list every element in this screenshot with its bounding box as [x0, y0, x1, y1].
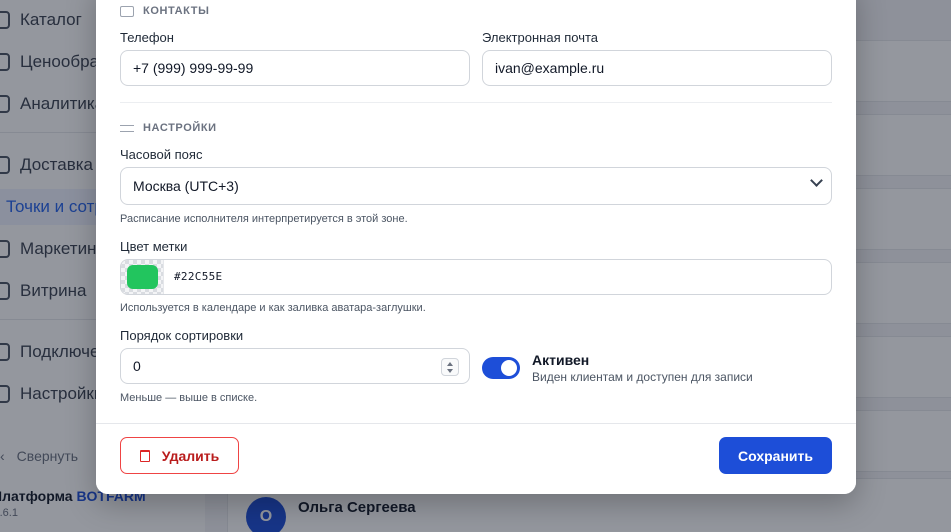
- contacts-section-title: КОНТАКТЫ: [120, 5, 209, 17]
- email-input[interactable]: ivan@example.ru: [482, 50, 832, 86]
- sort-label: Порядок сортировки: [120, 328, 244, 343]
- timezone-label: Часовой пояс: [120, 147, 203, 162]
- phone-input[interactable]: +7 (999) 999-99-99: [120, 50, 470, 86]
- number-stepper-icon[interactable]: [441, 358, 459, 376]
- settings-section-title: НАСТРОЙКИ: [120, 122, 217, 134]
- sort-value: 0: [133, 358, 141, 374]
- timezone-select[interactable]: Москва (UTC+3): [120, 167, 832, 205]
- save-button[interactable]: Сохранить: [719, 437, 832, 474]
- color-label: Цвет метки: [120, 239, 188, 254]
- section-divider: [120, 102, 832, 103]
- active-title: Активен: [532, 352, 590, 368]
- sort-hint: Меньше — выше в списке.: [120, 392, 258, 404]
- color-hint: Используется в календаре и как заливка а…: [120, 302, 426, 314]
- delete-button[interactable]: Удалить: [120, 437, 239, 474]
- color-picker[interactable]: [121, 260, 164, 294]
- sliders-icon: [120, 123, 134, 134]
- trash-icon: [139, 449, 150, 462]
- phone-value: +7 (999) 999-99-99: [133, 60, 254, 76]
- active-subtitle: Виден клиентам и доступен для записи: [532, 370, 753, 384]
- sort-order-input[interactable]: 0: [120, 348, 470, 384]
- color-swatch[interactable]: [127, 265, 158, 289]
- edit-staff-modal: КОНТАКТЫ Телефон +7 (999) 999-99-99 Элек…: [96, 0, 856, 494]
- email-value: ivan@example.ru: [495, 60, 605, 76]
- toggle-knob: [501, 360, 517, 376]
- chevron-down-icon: [810, 174, 823, 187]
- timezone-value: Москва (UTC+3): [133, 178, 239, 194]
- color-field[interactable]: #22C55E: [120, 259, 832, 295]
- save-label: Сохранить: [738, 447, 813, 464]
- delete-label: Удалить: [161, 447, 220, 464]
- color-hex-value: #22C55E: [174, 270, 223, 283]
- active-toggle[interactable]: [482, 357, 520, 379]
- email-label: Электронная почта: [482, 30, 599, 45]
- modal-footer: Удалить Сохранить: [96, 423, 856, 494]
- timezone-hint: Расписание исполнителя интерпретируется …: [120, 213, 408, 225]
- section-title-text: НАСТРОЙКИ: [143, 122, 217, 134]
- phone-label: Телефон: [120, 30, 174, 45]
- section-title-text: КОНТАКТЫ: [143, 5, 210, 17]
- id-card-icon: [120, 5, 134, 17]
